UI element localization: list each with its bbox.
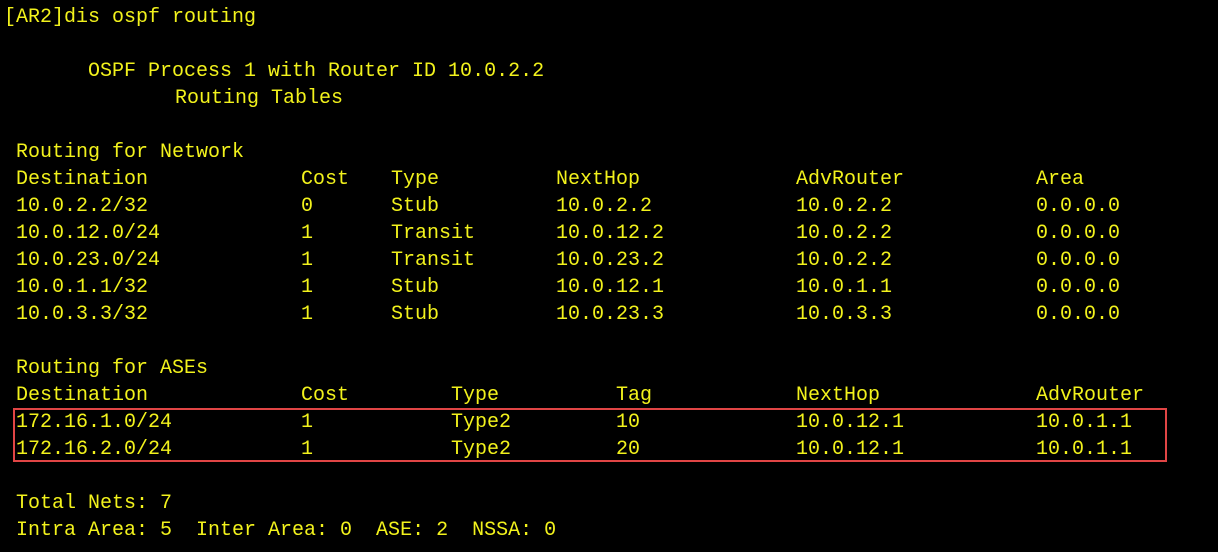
cell-cost: 1 [301,303,314,326]
cell-nexthop: 10.0.12.1 [796,438,905,461]
cell-type: Stub [391,303,440,326]
cell-nexthop: 10.0.23.2 [556,249,665,272]
col-nexthop: NextHop [556,168,641,191]
col-cost: Cost [301,168,350,191]
highlight-box [13,408,1167,462]
area-counts: Intra Area: 5 Inter Area: 0 ASE: 2 NSSA:… [16,519,557,542]
cell-destination: 10.0.1.1/32 [16,276,149,299]
cell-type: Transit [391,222,476,245]
cell-type: Stub [391,276,440,299]
cell-type: Stub [391,195,440,218]
process-header: OSPF Process 1 with Router ID 10.0.2.2 [88,60,545,83]
cell-destination: 10.0.23.0/24 [16,249,161,272]
cell-advrouter: 10.0.2.2 [796,249,893,272]
cell-area: 0.0.0.0 [1036,222,1121,245]
cell-area: 0.0.0.0 [1036,249,1121,272]
cell-cost: 1 [301,411,314,434]
cell-cost: 0 [301,195,314,218]
ase-section-title: Routing for ASEs [16,357,209,380]
cell-cost: 1 [301,438,314,461]
cell-nexthop: 10.0.12.2 [556,222,665,245]
cell-tag: 20 [616,438,641,461]
cell-nexthop: 10.0.12.1 [796,411,905,434]
command-line: [AR2]dis ospf routing [4,6,257,29]
total-nets: Total Nets: 7 [16,492,173,515]
cell-area: 0.0.0.0 [1036,303,1121,326]
cell-cost: 1 [301,249,314,272]
cell-type: Type2 [451,438,512,461]
cell-destination: 172.16.1.0/24 [16,411,173,434]
col-type: Type [451,384,500,407]
cell-nexthop: 10.0.2.2 [556,195,653,218]
network-section-title: Routing for Network [16,141,245,164]
cell-area: 0.0.0.0 [1036,276,1121,299]
cell-advrouter: 10.0.1.1 [1036,411,1133,434]
cell-advrouter: 10.0.2.2 [796,222,893,245]
cell-advrouter: 10.0.2.2 [796,195,893,218]
cell-advrouter: 10.0.3.3 [796,303,893,326]
col-type: Type [391,168,440,191]
cell-cost: 1 [301,222,314,245]
col-nexthop: NextHop [796,384,881,407]
col-advrouter: AdvRouter [796,168,905,191]
cell-tag: 10 [616,411,641,434]
routing-tables-header: Routing Tables [175,87,344,110]
cell-advrouter: 10.0.1.1 [796,276,893,299]
col-area: Area [1036,168,1085,191]
cell-nexthop: 10.0.23.3 [556,303,665,326]
cell-destination: 172.16.2.0/24 [16,438,173,461]
col-destination: Destination [16,168,149,191]
col-tag: Tag [616,384,653,407]
cell-nexthop: 10.0.12.1 [556,276,665,299]
col-destination: Destination [16,384,149,407]
cell-cost: 1 [301,276,314,299]
cell-destination: 10.0.12.0/24 [16,222,161,245]
col-cost: Cost [301,384,350,407]
cell-destination: 10.0.3.3/32 [16,303,149,326]
cell-type: Transit [391,249,476,272]
cell-advrouter: 10.0.1.1 [1036,438,1133,461]
cell-area: 0.0.0.0 [1036,195,1121,218]
terminal-window[interactable]: [AR2]dis ospf routing OSPF Process 1 wit… [0,0,1218,552]
cell-type: Type2 [451,411,512,434]
cell-destination: 10.0.2.2/32 [16,195,149,218]
col-advrouter: AdvRouter [1036,384,1145,407]
